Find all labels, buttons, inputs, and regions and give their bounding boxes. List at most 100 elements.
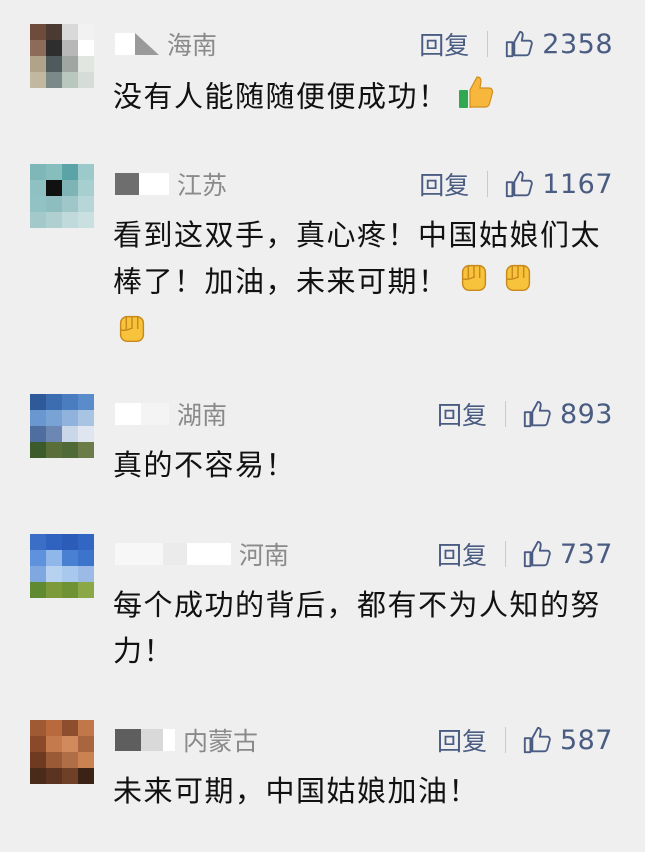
avatar-pixel [62, 768, 78, 784]
avatar-pixel [46, 720, 62, 736]
avatar-pixel [46, 550, 62, 566]
avatar-pixel [46, 180, 62, 196]
like-button[interactable]: 893 [522, 399, 613, 430]
avatar-pixel [62, 24, 78, 40]
blurred-username [115, 534, 231, 574]
avatar[interactable] [30, 534, 94, 598]
avatar-pixel [30, 196, 46, 212]
avatar-pixel [30, 72, 46, 88]
comment-actions: 回复 893 [437, 394, 613, 434]
comment-text: 每个成功的背后，都有不为人知的努力！ [113, 582, 618, 674]
reply-button[interactable]: 回复 [419, 166, 469, 202]
avatar-pixel [62, 394, 78, 410]
like-count: 587 [559, 724, 613, 756]
avatar-pixel [62, 40, 78, 56]
avatar-pixel [46, 534, 62, 550]
avatar[interactable] [30, 24, 94, 88]
like-count: 2358 [542, 28, 613, 60]
like-button[interactable]: 2358 [504, 29, 613, 60]
like-button[interactable]: 587 [522, 725, 613, 756]
divider [487, 31, 489, 57]
region-label: 江苏 [177, 171, 228, 200]
avatar-pixel [46, 56, 62, 72]
divider [504, 727, 506, 753]
like-count: 893 [559, 398, 613, 430]
avatar-pixel [62, 720, 78, 736]
fist-icon [499, 258, 537, 309]
avatar-pixel [30, 56, 46, 72]
avatar-pixel [46, 442, 62, 458]
region-label: 内蒙古 [183, 727, 259, 756]
avatar-pixel [30, 394, 46, 410]
username-row[interactable]: 河南 [115, 534, 289, 574]
avatar-pixel [78, 582, 94, 598]
avatar[interactable] [30, 720, 94, 784]
region-label: 河南 [239, 541, 290, 570]
avatar-pixel [30, 566, 46, 582]
avatar-pixel [46, 212, 62, 228]
avatar[interactable] [30, 394, 94, 458]
thumbs-up-icon [523, 540, 551, 568]
avatar-pixel [30, 752, 46, 768]
blurred-username [115, 394, 169, 434]
avatar[interactable] [30, 164, 94, 228]
like-button[interactable]: 737 [522, 539, 613, 570]
avatar-pixel [78, 72, 94, 88]
avatar-pixel [78, 394, 94, 410]
username-row[interactable]: 江苏 [115, 164, 227, 204]
avatar-pixel [62, 164, 78, 180]
avatar-pixel [78, 24, 94, 40]
comment-actions: 回复 737 [437, 534, 613, 574]
avatar-pixel [30, 768, 46, 784]
avatar-pixel [46, 566, 62, 582]
fist-icon [455, 258, 493, 309]
avatar-pixel [78, 212, 94, 228]
blurred-username [115, 720, 175, 760]
avatar-pixel [62, 212, 78, 228]
avatar-pixel [30, 426, 46, 442]
avatar-pixel [30, 534, 46, 550]
avatar-pixel [30, 24, 46, 40]
avatar-pixel [62, 56, 78, 72]
region-label: 湖南 [177, 401, 228, 430]
like-count: 1167 [542, 168, 613, 200]
username-row[interactable]: 内蒙古 [115, 720, 258, 760]
avatar-pixel [30, 164, 46, 180]
comment-text: 未来可期，中国姑娘加油！ [113, 768, 618, 814]
avatar-pixel [62, 550, 78, 566]
avatar-pixel [30, 212, 46, 228]
avatar-pixel [46, 410, 62, 426]
avatar-pixel [62, 752, 78, 768]
comment-body: 没有人能随随便便成功！ [113, 79, 449, 114]
divider [487, 171, 489, 197]
avatar-pixel [46, 768, 62, 784]
region-label: 海南 [167, 31, 218, 60]
avatar-pixel [30, 736, 46, 752]
username-row[interactable]: 湖南 [115, 394, 227, 434]
avatar-pixel [46, 40, 62, 56]
comment-actions: 回复 1167 [419, 164, 613, 204]
comment-text: 真的不容易！ [113, 442, 618, 488]
avatar-pixel [30, 550, 46, 566]
avatar-pixel [46, 426, 62, 442]
reply-button[interactable]: 回复 [437, 722, 487, 758]
avatar-pixel [62, 410, 78, 426]
reply-button[interactable]: 回复 [437, 396, 487, 432]
avatar-pixel [78, 164, 94, 180]
reply-button[interactable]: 回复 [437, 536, 487, 572]
thumbs-up-icon [506, 30, 534, 58]
reply-button[interactable]: 回复 [419, 26, 469, 62]
blurred-username [115, 164, 169, 204]
divider [504, 401, 506, 427]
avatar-pixel [46, 24, 62, 40]
avatar-pixel [46, 582, 62, 598]
avatar-pixel [78, 550, 94, 566]
avatar-pixel [62, 442, 78, 458]
username-row[interactable]: 海南 [115, 24, 217, 64]
like-button[interactable]: 1167 [504, 169, 613, 200]
avatar-pixel [78, 736, 94, 752]
avatar-pixel [62, 534, 78, 550]
avatar-pixel [78, 768, 94, 784]
comment-body: 每个成功的背后，都有不为人知的努力！ [113, 588, 602, 668]
avatar-pixel [46, 164, 62, 180]
